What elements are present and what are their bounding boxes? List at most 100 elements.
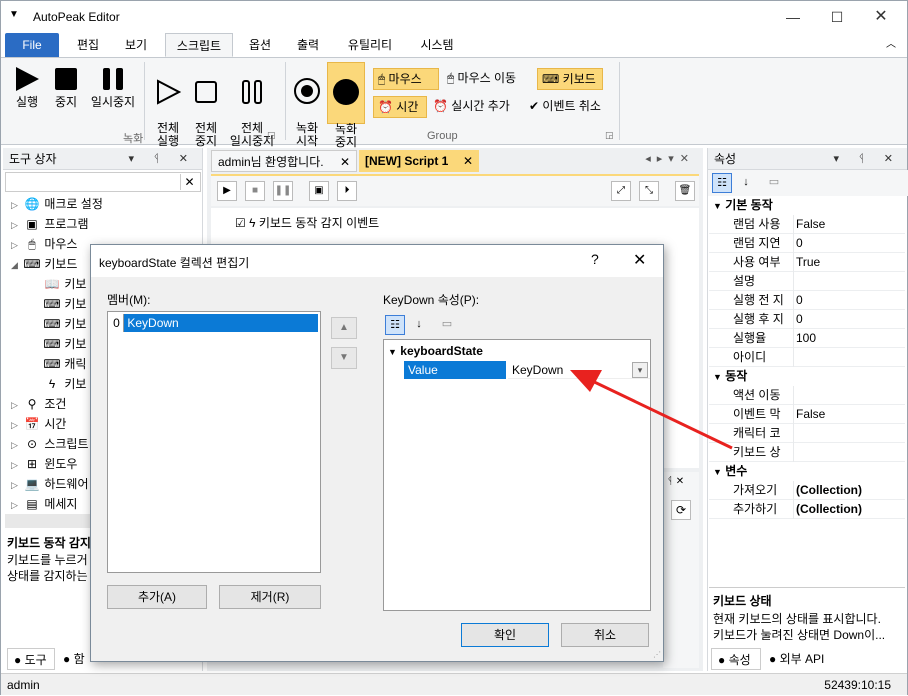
prop-row[interactable]: 사용 여부 True	[709, 253, 905, 272]
keyboard-record-toggle[interactable]: ⌨ 키보드	[537, 68, 603, 90]
grid-category[interactable]: ▼ keyboardState	[388, 342, 483, 361]
tree-item[interactable]: ▷ ▤ 메세지	[11, 494, 77, 514]
menu-system[interactable]: 시스템	[409, 33, 465, 57]
menu-options[interactable]: 옵션	[237, 33, 283, 57]
prop-value[interactable]: True	[793, 253, 903, 272]
menu-file[interactable]: File	[5, 33, 59, 57]
time-record-toggle[interactable]: ⏰ 시간	[373, 96, 427, 118]
alphabetical-icon[interactable]: ↓	[736, 173, 756, 193]
property-pages-icon[interactable]: ▭	[764, 173, 784, 193]
tree-item[interactable]: ▷ 💻 하드웨어	[11, 474, 89, 494]
categorized-icon[interactable]: ☷	[712, 173, 732, 193]
play-icon[interactable]: ▶	[217, 181, 237, 201]
categorized-icon[interactable]: ☷	[385, 315, 405, 335]
clear-search-icon[interactable]: ✕	[180, 174, 198, 190]
prop-value[interactable]	[793, 348, 903, 367]
tab-welcome[interactable]: admin님 환영합니다. ✕	[211, 150, 357, 172]
tree-item[interactable]: ▷ 🖱 마우스	[11, 234, 77, 254]
move-down-icon[interactable]: ▼	[331, 347, 357, 369]
run-all-button[interactable]: 전체 실행	[149, 66, 187, 148]
record-start-button[interactable]: 녹화 시작	[289, 64, 325, 148]
stop-all-button[interactable]: 전체 중지	[187, 66, 225, 148]
stop-button[interactable]: 중지	[47, 66, 85, 109]
prop-value[interactable]: 100	[793, 329, 903, 348]
prop-value[interactable]	[793, 272, 903, 291]
cancel-button[interactable]: 취소	[561, 623, 649, 647]
tab-properties[interactable]: ● 속성	[711, 648, 761, 670]
prop-row[interactable]: 추가하기 (Collection)	[709, 500, 905, 519]
panel-pin-icon[interactable]: ᛩ ✕	[667, 476, 684, 487]
help-button[interactable]: ?	[591, 251, 599, 267]
collapse-icon[interactable]: ⤡	[639, 181, 659, 201]
refresh-icon[interactable]: ⟳	[671, 500, 691, 520]
prop-row[interactable]: 실행 후 지 0	[709, 310, 905, 329]
menu-view[interactable]: 보기	[113, 33, 159, 57]
move-up-icon[interactable]: ▲	[331, 317, 357, 339]
property-pages-icon[interactable]: ▭	[437, 315, 457, 335]
stop-icon[interactable]: ■	[245, 181, 265, 201]
prop-value[interactable]: (Collection)	[793, 500, 903, 519]
checkbox-icon[interactable]: ☑	[235, 216, 246, 230]
expand-icon[interactable]: ⤢	[611, 181, 631, 201]
record-stop-button[interactable]: 녹화 중지	[327, 62, 365, 149]
prop-row[interactable]: 랜덤 지연 0	[709, 234, 905, 253]
group-expand-icon[interactable]: ◲	[605, 130, 614, 141]
prop-row[interactable]: 실행율 100	[709, 329, 905, 348]
prop-value[interactable]: False	[793, 215, 903, 234]
alphabetical-icon[interactable]: ↓	[409, 315, 429, 335]
maximize-button[interactable]: ☐	[815, 3, 859, 31]
tree-item[interactable]: ◢ ⌨ 키보드	[11, 254, 77, 274]
tab-script[interactable]: [NEW] Script 1 ✕	[359, 150, 479, 172]
run-button[interactable]: 실행	[7, 66, 47, 109]
prop-value[interactable]: (Collection)	[793, 481, 903, 500]
prop-value[interactable]	[793, 424, 903, 443]
mouse-record-toggle[interactable]: 🖱 마우스	[373, 68, 439, 90]
prop-category-basic[interactable]: ▼ 기본 동작	[709, 196, 905, 215]
ok-button[interactable]: 확인	[461, 623, 549, 647]
tree-item[interactable]: ▷ ⚲ 조건	[11, 394, 66, 414]
tree-item[interactable]: ⌨ 키보	[43, 294, 86, 314]
close-tab-icon[interactable]: ✕	[463, 150, 473, 172]
menu-output[interactable]: 출력	[285, 33, 331, 57]
delete-icon[interactable]: 🗑	[675, 181, 695, 201]
tree-item[interactable]: ▷ 🌐 매크로 설정	[11, 194, 103, 214]
menu-utility[interactable]: 유틸리티	[337, 33, 403, 57]
prop-value[interactable]	[793, 443, 903, 462]
add-button[interactable]: 추가(A)	[107, 585, 207, 609]
toolbox-search-input[interactable]: ✕	[5, 172, 201, 192]
collapse-icon[interactable]: ▼	[713, 201, 722, 211]
tab-external-api[interactable]: ● 외부 API	[763, 648, 833, 670]
prop-row[interactable]: 실행 전 지 0	[709, 291, 905, 310]
tree-item[interactable]: ▷ ⊞ 윈도우	[11, 454, 77, 474]
pause-icon[interactable]: ❚❚	[273, 181, 293, 201]
prop-row[interactable]: 랜덤 사용 False	[709, 215, 905, 234]
prop-value[interactable]	[793, 386, 903, 405]
event-cancel-toggle[interactable]: ✔ 이벤트 취소	[525, 96, 617, 118]
close-button[interactable]: ✕	[859, 3, 903, 31]
tree-item[interactable]: ▷ ▣ 프로그램	[11, 214, 89, 234]
run-to-icon[interactable]: ⏵	[337, 181, 357, 201]
dialog-close-icon[interactable]: ✕	[633, 250, 646, 270]
tree-item[interactable]: ▷ 📅 시간	[11, 414, 66, 434]
step-icon[interactable]: ▣	[309, 181, 329, 201]
tab-tools[interactable]: ● 도구	[7, 648, 55, 670]
pause-button[interactable]: 일시중지	[87, 66, 139, 109]
menu-edit[interactable]: 편집	[65, 33, 111, 57]
event-line[interactable]: ☑ ϟ 키보드 동작 감지 이벤트	[235, 214, 379, 231]
remove-button[interactable]: 제거(R)	[219, 585, 321, 609]
prop-value[interactable]: False	[793, 405, 903, 424]
menu-script[interactable]: 스크립트	[165, 33, 233, 57]
tree-item[interactable]: ϟ 키보	[43, 374, 87, 394]
group-expand-icon[interactable]: ◲	[267, 130, 276, 141]
prop-value[interactable]: 0	[793, 310, 903, 329]
member-item[interactable]: 0 KeyDown	[110, 314, 318, 332]
prop-row[interactable]: 가져오기 (Collection)	[709, 481, 905, 500]
tree-item[interactable]: ▷ ⊙ 스크립트	[11, 434, 89, 454]
close-tab-icon[interactable]: ✕	[340, 151, 350, 173]
prop-row[interactable]: 설명	[709, 272, 905, 291]
collapse-icon[interactable]: ▼	[388, 347, 397, 357]
system-menu-icon[interactable]: ▼	[9, 9, 19, 20]
prop-value[interactable]: 0	[793, 234, 903, 253]
panel-buttons[interactable]: ▾ ᛩ ✕	[129, 148, 196, 170]
members-list[interactable]: 0 KeyDown	[107, 311, 321, 573]
